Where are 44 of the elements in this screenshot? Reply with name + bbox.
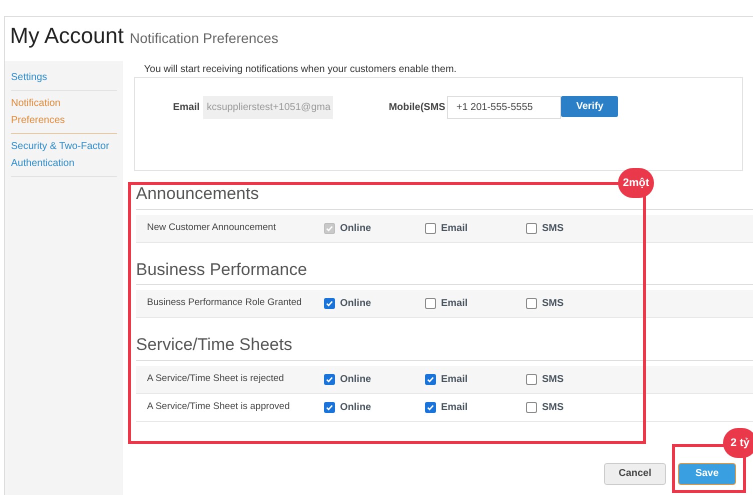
checkbox[interactable] [526,402,537,412]
checkbox[interactable] [425,374,436,384]
option-label: SMS [542,297,564,311]
checkbox[interactable] [526,222,537,234]
option-label: Email [441,297,468,311]
mobile-field[interactable]: +1 201-555-5555 [447,96,562,119]
option-label: Online [340,297,372,311]
checkbox[interactable] [526,374,537,384]
page-subtitle: Notification Preferences [130,29,278,48]
email-field[interactable]: kcsupplierstest+1051@gma [202,96,333,119]
checkbox[interactable] [324,374,335,384]
cancel-button[interactable]: Cancel [604,462,666,484]
option-label: Online [340,400,372,414]
option-label: Email [441,400,468,414]
sidebar-item[interactable]: Notification Preferences [11,91,117,134]
checkbox[interactable] [425,298,436,309]
option-label: Email [441,222,468,236]
section-heading: Business Performance [136,256,753,285]
verify-button[interactable]: Verify [561,96,618,117]
option-label: SMS [542,372,564,386]
checkbox[interactable] [526,298,537,309]
annotation-badge: 2một [618,168,654,198]
checkbox[interactable] [425,222,436,234]
annotation-badge: 2 tỷ [723,428,753,458]
sidebar-item[interactable]: Security & Two-Factor Authentication [11,134,117,177]
checkbox[interactable] [324,402,335,412]
option-label: Online [340,222,372,236]
intro-text: You will start receiving notifications when your customers enable them. [143,63,458,77]
save-button[interactable]: Save [678,462,736,484]
checkbox[interactable] [324,298,335,309]
sidebar-item[interactable]: Settings [11,65,117,91]
section-heading: Service/Time Sheets [136,332,753,360]
email-label: Email [173,101,200,115]
option-label: SMS [542,222,564,236]
page-title: My Account [10,22,124,50]
mobile-label: Mobile(SMS [388,101,446,115]
checkbox[interactable] [425,402,436,412]
row-label: Business Performance Role Granted [146,296,303,310]
option-label: SMS [542,400,564,414]
option-label: Online [340,372,372,386]
option-label: Email [441,372,468,386]
row-label: New Customer Announcement [146,220,277,235]
row-label: A Service/Time Sheet is approved [146,400,291,414]
row-label: A Service/Time Sheet is rejected [146,372,285,386]
